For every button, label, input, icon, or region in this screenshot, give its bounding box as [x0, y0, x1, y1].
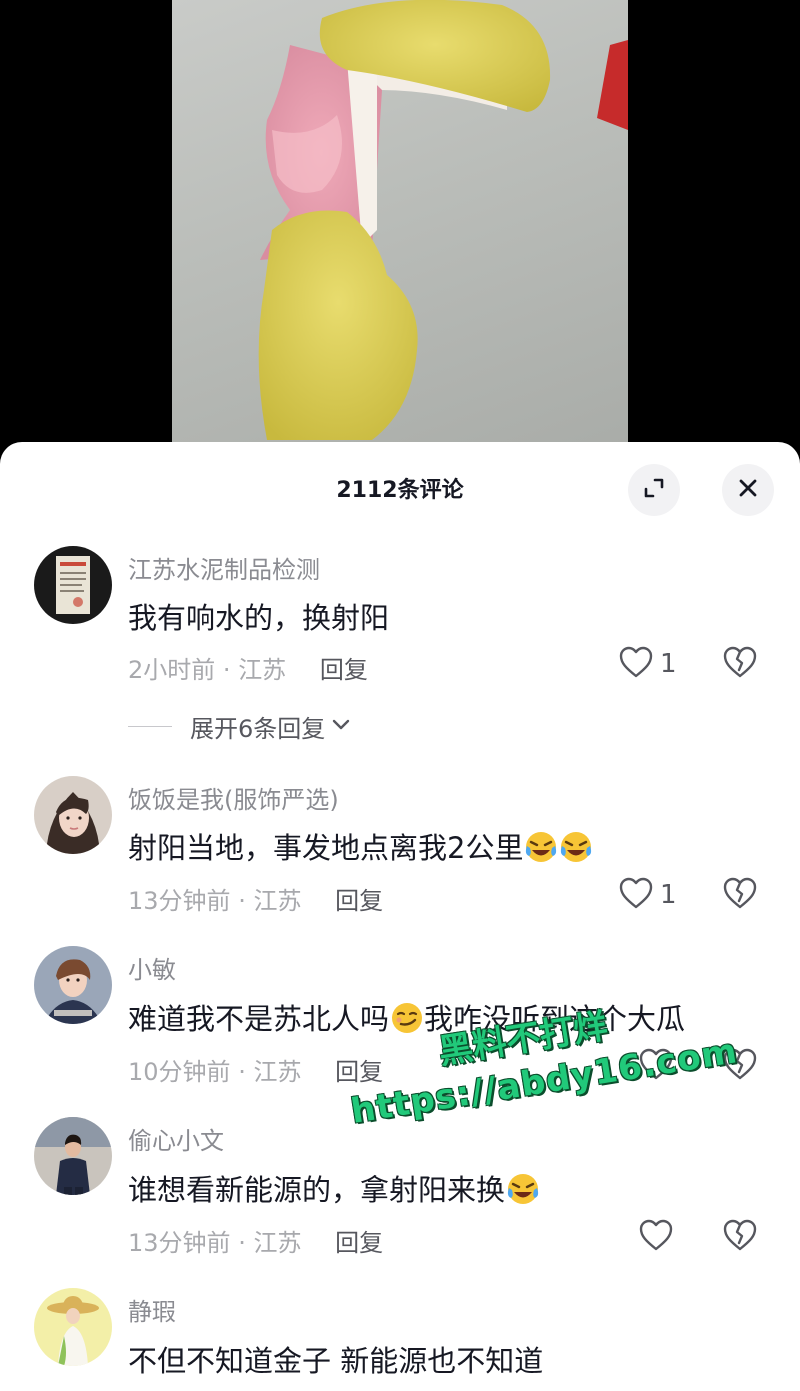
meta-dot: ·	[238, 887, 254, 915]
close-button[interactable]	[722, 464, 774, 516]
comment-text-start: 难道我不是苏北人吗	[128, 1002, 390, 1036]
expand-button[interactable]	[628, 464, 680, 516]
broken-heart-icon	[722, 1219, 758, 1256]
avatar[interactable]	[34, 1117, 112, 1195]
comment-meta: 10分钟前 · 江苏 回复	[128, 1052, 383, 1087]
comment-location: 江苏	[253, 1229, 302, 1257]
close-icon	[736, 476, 760, 504]
reply-button[interactable]: 回复	[335, 887, 383, 915]
meta-dot: ·	[222, 656, 239, 684]
comment-time: 13分钟前	[128, 1229, 231, 1257]
comment-text: 射阳当地，事发地点离我2公里	[128, 831, 524, 865]
comment-username[interactable]: 偷心小文	[128, 1121, 224, 1156]
reply-button[interactable]: 回复	[320, 656, 368, 684]
avatar[interactable]	[34, 776, 112, 854]
heart-icon	[638, 1047, 674, 1085]
smirk-emoji	[390, 1001, 424, 1035]
meta-dot: ·	[238, 1229, 254, 1257]
broken-heart-icon	[722, 877, 758, 914]
reply-button[interactable]: 回复	[335, 1058, 383, 1086]
broken-heart-icon	[722, 646, 758, 683]
like-button[interactable]	[638, 1218, 674, 1256]
expand-replies-button[interactable]: 展开6条回复	[128, 709, 351, 744]
comment-location: 江苏	[238, 656, 287, 684]
comment-username[interactable]: 饭饭是我(服饰严选)	[128, 780, 339, 815]
comment-meta: 2小时前 · 江苏 回复	[128, 650, 368, 685]
like-button[interactable]: 1	[618, 876, 677, 914]
laugh-cry-emoji	[559, 830, 593, 864]
expand-icon	[641, 475, 667, 505]
comment-text-row: 难道我不是苏北人吗 我咋没听到这个大瓜	[128, 996, 685, 1038]
laugh-cry-emoji	[506, 1172, 540, 1206]
comment-location: 江苏	[253, 1058, 302, 1086]
dislike-button[interactable]	[722, 876, 758, 914]
avatar[interactable]	[34, 546, 112, 624]
heart-icon	[618, 876, 654, 914]
comment-time: 2小时前	[128, 656, 216, 684]
comment-text-row: 射阳当地，事发地点离我2公里	[128, 825, 593, 867]
comment-text: 不但不知道金子 新能源也不知道	[128, 1344, 544, 1378]
comment-meta: 13分钟前 · 江苏 回复	[128, 1223, 383, 1258]
like-count: 1	[660, 649, 677, 679]
like-button[interactable]	[638, 1047, 674, 1085]
laugh-cry-emoji	[524, 830, 558, 864]
comment-text: 我有响水的，换射阳	[128, 601, 390, 635]
comments-count-title: 2112条评论	[336, 478, 464, 503]
comment-time: 13分钟前	[128, 887, 231, 915]
expand-replies-label: 展开6条回复	[190, 715, 326, 743]
video-photo-area[interactable]	[0, 0, 800, 450]
avatar[interactable]	[34, 1288, 112, 1366]
like-button[interactable]: 1	[618, 645, 677, 683]
heart-icon	[618, 645, 654, 683]
broken-heart-icon	[722, 1048, 758, 1085]
comment-username[interactable]: 小敏	[128, 950, 176, 985]
comment-username[interactable]: 江苏水泥制品检测	[128, 550, 320, 585]
like-count: 1	[660, 880, 677, 910]
heart-icon	[638, 1218, 674, 1256]
comment-text-end: 我咋没听到这个大瓜	[424, 1002, 686, 1036]
divider-line	[128, 726, 172, 727]
chevron-down-icon	[331, 717, 351, 736]
comments-header: 2112条评论	[0, 442, 800, 534]
comment-time: 10分钟前	[128, 1058, 231, 1086]
dislike-button[interactable]	[722, 645, 758, 683]
dislike-button[interactable]	[722, 1218, 758, 1256]
comment-meta: 13分钟前 · 江苏 回复	[128, 881, 383, 916]
avatar[interactable]	[34, 946, 112, 1024]
comment-location: 江苏	[253, 887, 302, 915]
comment-text: 谁想看新能源的，拿射阳来换	[128, 1173, 506, 1207]
reply-button[interactable]: 回复	[335, 1229, 383, 1257]
dislike-button[interactable]	[722, 1047, 758, 1085]
post-photo	[172, 0, 628, 450]
meta-dot: ·	[238, 1058, 254, 1086]
comment-username[interactable]: 静瑕	[128, 1292, 176, 1327]
comments-sheet: 2112条评论	[0, 442, 800, 1391]
comment-text-row: 谁想看新能源的，拿射阳来换	[128, 1167, 540, 1209]
